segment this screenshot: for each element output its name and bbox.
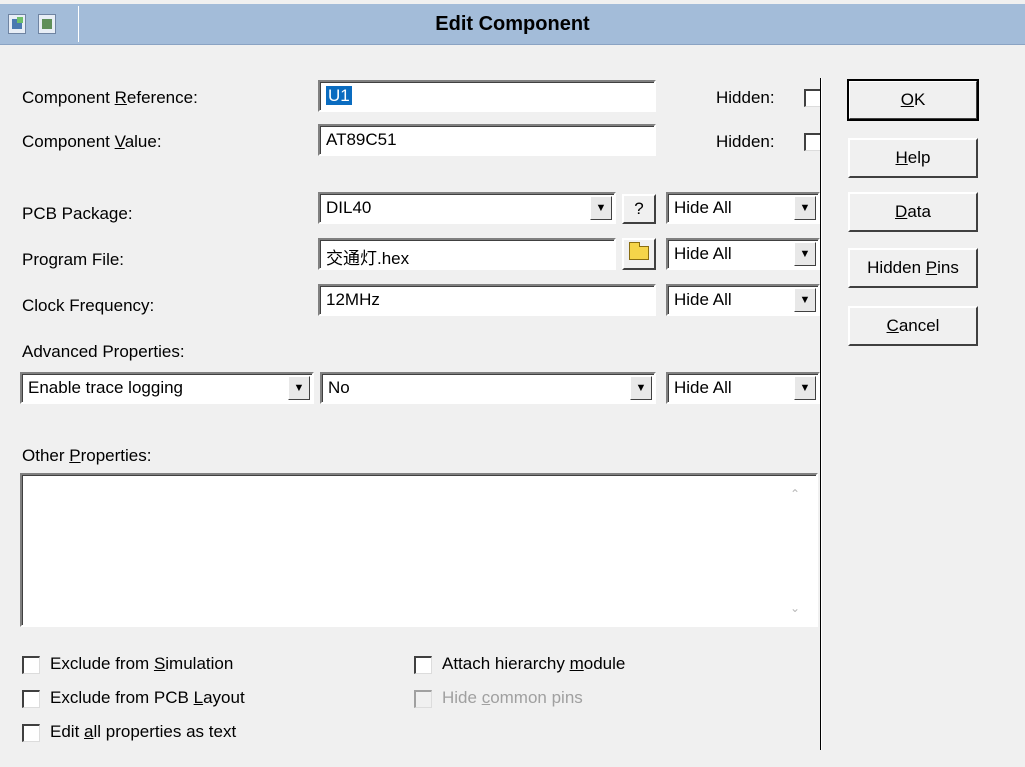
- hide-common-pins-label: Hide common pins: [442, 688, 583, 707]
- pcb-package-label: PCB Package:: [22, 204, 133, 223]
- component-value-label: Component Value:: [22, 132, 162, 151]
- pcb-package-value: DIL40: [326, 198, 372, 217]
- exclude-pcb-layout-checkbox[interactable]: [22, 690, 40, 708]
- browse-button[interactable]: [622, 238, 656, 270]
- chevron-down-icon[interactable]: ▼: [794, 376, 816, 400]
- advanced-property-select[interactable]: Enable trace logging ▼: [20, 372, 314, 404]
- value-hidden-label: Hidden:: [716, 132, 775, 151]
- hide-common-pins-checkbox: [414, 690, 432, 708]
- attach-hierarchy-checkbox[interactable]: [414, 656, 432, 674]
- advanced-properties-label: Advanced Properties:: [22, 342, 185, 361]
- other-properties-label: Other Properties:: [22, 446, 152, 465]
- advanced-value-select[interactable]: No ▼: [320, 372, 656, 404]
- pcb-package-visibility-select[interactable]: Hide All ▼: [666, 192, 820, 224]
- exclude-simulation-label: Exclude from Simulation: [50, 654, 234, 673]
- edit-component-dialog: Edit Component Component Reference: U1 H…: [0, 0, 1025, 767]
- program-file-label: Program File:: [22, 250, 125, 269]
- reference-hidden-label: Hidden:: [716, 88, 775, 107]
- component-reference-value: U1: [326, 86, 352, 105]
- chevron-down-icon[interactable]: ▼: [630, 376, 652, 400]
- edit-as-text-label: Edit all properties as text: [50, 722, 237, 741]
- data-button[interactable]: Data: [848, 192, 978, 232]
- chevron-down-icon[interactable]: ▼: [794, 196, 816, 220]
- cancel-button[interactable]: Cancel: [848, 306, 978, 346]
- help-button[interactable]: Help: [848, 138, 978, 178]
- ok-button[interactable]: OK: [847, 79, 979, 121]
- scroll-up-icon[interactable]: ⌃: [788, 487, 802, 501]
- advanced-visibility-select[interactable]: Hide All ▼: [666, 372, 820, 404]
- package-help-button[interactable]: ?: [622, 194, 656, 224]
- attach-hierarchy-label: Attach hierarchy module: [442, 654, 626, 673]
- hidden-pins-button[interactable]: Hidden Pins: [848, 248, 978, 288]
- other-properties-textarea[interactable]: ⌃ ⌄: [20, 473, 818, 627]
- clock-frequency-label: Clock Frequency:: [22, 296, 155, 315]
- program-file-input[interactable]: 交通灯.hex: [318, 238, 616, 270]
- edit-as-text-checkbox[interactable]: [22, 724, 40, 742]
- chevron-down-icon[interactable]: ▼: [794, 288, 816, 312]
- clock-frequency-visibility-select[interactable]: Hide All ▼: [666, 284, 820, 316]
- folder-icon: [629, 242, 649, 260]
- component-reference-label: Component Reference:: [22, 88, 198, 107]
- button-separator: [820, 78, 822, 750]
- component-value-input[interactable]: AT89C51: [318, 124, 656, 156]
- scroll-down-icon[interactable]: ⌄: [788, 601, 802, 615]
- component-reference-input[interactable]: U1: [318, 80, 656, 112]
- exclude-pcb-layout-label: Exclude from PCB Layout: [50, 688, 245, 707]
- clock-frequency-input[interactable]: 12MHz: [318, 284, 656, 316]
- chevron-down-icon[interactable]: ▼: [590, 196, 612, 220]
- dialog-title: Edit Component: [435, 13, 590, 35]
- title-bar: Edit Component: [0, 4, 1025, 45]
- pcb-package-select[interactable]: DIL40 ▼: [318, 192, 616, 224]
- chevron-down-icon[interactable]: ▼: [794, 242, 816, 266]
- program-file-visibility-select[interactable]: Hide All ▼: [666, 238, 820, 270]
- chevron-down-icon[interactable]: ▼: [288, 376, 310, 400]
- exclude-simulation-checkbox[interactable]: [22, 656, 40, 674]
